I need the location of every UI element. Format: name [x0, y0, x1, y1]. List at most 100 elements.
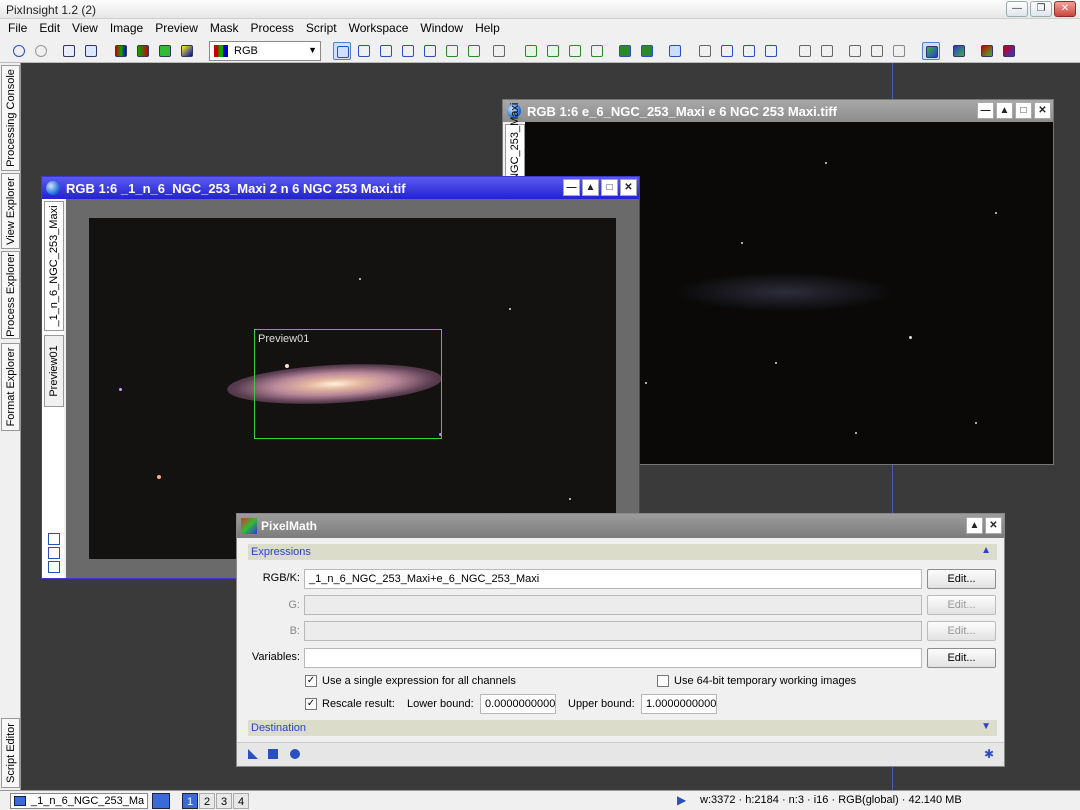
- workspace-1-button[interactable]: 1: [182, 793, 198, 809]
- menu-workspace[interactable]: Workspace: [343, 19, 415, 39]
- undo-icon[interactable]: [10, 42, 28, 60]
- align-left-icon[interactable]: [796, 42, 814, 60]
- variables-edit-button[interactable]: Edit...: [927, 648, 996, 668]
- history-forward-icon[interactable]: [890, 42, 908, 60]
- explore-icon[interactable]: [696, 42, 714, 60]
- menu-edit[interactable]: Edit: [33, 19, 66, 39]
- apply-global-icon[interactable]: [290, 749, 300, 759]
- play-icon[interactable]: ▶: [677, 793, 686, 807]
- history-back-icon[interactable]: [868, 42, 886, 60]
- image-window-1-titlebar[interactable]: RGB 1:6 _1_n_6_NGC_253_Maxi 2 n 6 NGC 25…: [42, 177, 639, 199]
- menu-view[interactable]: View: [66, 19, 104, 39]
- rgbk-edit-button[interactable]: Edit...: [927, 569, 996, 589]
- edit-preview-icon[interactable]: [544, 42, 562, 60]
- close-icon[interactable]: ✕: [620, 179, 637, 196]
- store-preview-icon[interactable]: [616, 42, 634, 60]
- pan-mode-icon[interactable]: [333, 42, 351, 60]
- new-instance-icon[interactable]: [248, 749, 258, 759]
- maximize-icon[interactable]: □: [601, 179, 618, 196]
- tab-processing-console[interactable]: Processing Console: [1, 65, 20, 171]
- destination-section[interactable]: Destination ▼: [248, 720, 997, 736]
- history-icon[interactable]: [846, 42, 864, 60]
- mask-red-icon[interactable]: [978, 42, 996, 60]
- display-channel-icon[interactable]: [922, 42, 940, 60]
- selection-icon[interactable]: [740, 42, 758, 60]
- tab-main-view[interactable]: e_6_NGC_253_Maxi: [505, 103, 525, 205]
- zoom-out-small-icon[interactable]: [48, 561, 60, 573]
- workspace-3-button[interactable]: 3: [216, 793, 232, 809]
- new-preview-icon[interactable]: [522, 42, 540, 60]
- image-canvas-1[interactable]: Preview01: [89, 218, 616, 559]
- menu-image[interactable]: Image: [104, 19, 149, 39]
- expressions-section[interactable]: Expressions ▲: [248, 544, 997, 560]
- shade-icon[interactable]: ▲: [582, 179, 599, 196]
- zoom-1-1-icon[interactable]: [421, 42, 439, 60]
- expand-down-icon[interactable]: ▼: [981, 721, 991, 732]
- crop-icon[interactable]: [762, 42, 780, 60]
- lower-bound-field[interactable]: 0.0000000000: [480, 694, 556, 714]
- image-mask-icon[interactable]: [156, 42, 174, 60]
- delete-preview-icon[interactable]: [566, 42, 584, 60]
- mask-display-icon[interactable]: [950, 42, 968, 60]
- shade-icon[interactable]: ▲: [966, 517, 983, 534]
- upper-bound-field[interactable]: 1.0000000000: [641, 694, 717, 714]
- cursor-arrow-icon[interactable]: [490, 42, 508, 60]
- menu-script[interactable]: Script: [300, 19, 343, 39]
- view-selector[interactable]: _1_n_6_NGC_253_Ma: [10, 793, 148, 809]
- zoom-fit-icon[interactable]: [48, 533, 60, 545]
- single-expression-checkbox[interactable]: ✓: [305, 675, 317, 687]
- duplicate-image-icon[interactable]: [82, 42, 100, 60]
- tab-script-editor[interactable]: Script Editor: [1, 718, 20, 788]
- close-icon[interactable]: ✕: [985, 517, 1002, 534]
- g-edit-button[interactable]: Edit...: [927, 595, 996, 615]
- fit-view-icon[interactable]: [399, 42, 417, 60]
- view-options-icon[interactable]: [152, 793, 170, 809]
- variables-field[interactable]: [304, 648, 922, 668]
- maximize-button[interactable]: ❐: [1030, 1, 1052, 17]
- align-right-icon[interactable]: [818, 42, 836, 60]
- duplicate-preview-icon[interactable]: [588, 42, 606, 60]
- b-edit-button[interactable]: Edit...: [927, 621, 996, 641]
- menu-mask[interactable]: Mask: [204, 19, 245, 39]
- tab-process-explorer[interactable]: Process Explorer: [1, 251, 20, 339]
- reset-icon[interactable]: ✱: [984, 747, 994, 761]
- preview-mode-icon[interactable]: [465, 42, 483, 60]
- b-expression-field[interactable]: [304, 621, 922, 641]
- channel-icon[interactable]: [134, 42, 152, 60]
- close-button[interactable]: ✕: [1054, 1, 1076, 17]
- redo-icon[interactable]: [32, 42, 50, 60]
- collapse-up-icon[interactable]: ▲: [981, 545, 991, 556]
- temp64-checkbox[interactable]: [657, 675, 669, 687]
- close-icon[interactable]: ✕: [1034, 102, 1051, 119]
- zoom-in-small-icon[interactable]: [48, 547, 60, 559]
- minimize-button[interactable]: —: [1006, 1, 1028, 17]
- menu-file[interactable]: File: [2, 19, 33, 39]
- mask-green-icon[interactable]: [1000, 42, 1018, 60]
- tab-main-view[interactable]: _1_n_6_NGC_253_Maxi: [44, 201, 64, 331]
- process-icon[interactable]: [718, 42, 736, 60]
- menu-window[interactable]: Window: [414, 19, 469, 39]
- tab-view-explorer[interactable]: View Explorer: [1, 173, 20, 249]
- zoom-in-icon[interactable]: [355, 42, 373, 60]
- menu-preview[interactable]: Preview: [149, 19, 204, 39]
- minimize-icon[interactable]: —: [563, 179, 580, 196]
- preview01-rectangle[interactable]: Preview01: [254, 329, 442, 439]
- pixelmath-titlebar[interactable]: PixelMath ▲ ✕: [237, 514, 1004, 538]
- rescale-checkbox[interactable]: ✓: [305, 698, 317, 710]
- apply-square-icon[interactable]: [268, 749, 278, 759]
- g-expression-field[interactable]: [304, 595, 922, 615]
- cascade-icon[interactable]: [666, 42, 684, 60]
- workspace-4-button[interactable]: 4: [233, 793, 249, 809]
- tab-format-explorer[interactable]: Format Explorer: [1, 343, 20, 431]
- maximize-icon[interactable]: □: [1015, 102, 1032, 119]
- minimize-icon[interactable]: —: [977, 102, 994, 119]
- tab-preview01[interactable]: Preview01: [44, 335, 64, 407]
- menu-help[interactable]: Help: [469, 19, 506, 39]
- readout-mode-icon[interactable]: [443, 42, 461, 60]
- shade-icon[interactable]: ▲: [996, 102, 1013, 119]
- image-window-2-titlebar[interactable]: RGB 1:6 e_6_NGC_253_Maxi e 6 NGC 253 Max…: [503, 100, 1053, 122]
- color-mode-select[interactable]: RGB ▼: [209, 41, 321, 61]
- workspace-2-button[interactable]: 2: [199, 793, 215, 809]
- new-image-icon[interactable]: [60, 42, 78, 60]
- menu-process[interactable]: Process: [245, 19, 300, 39]
